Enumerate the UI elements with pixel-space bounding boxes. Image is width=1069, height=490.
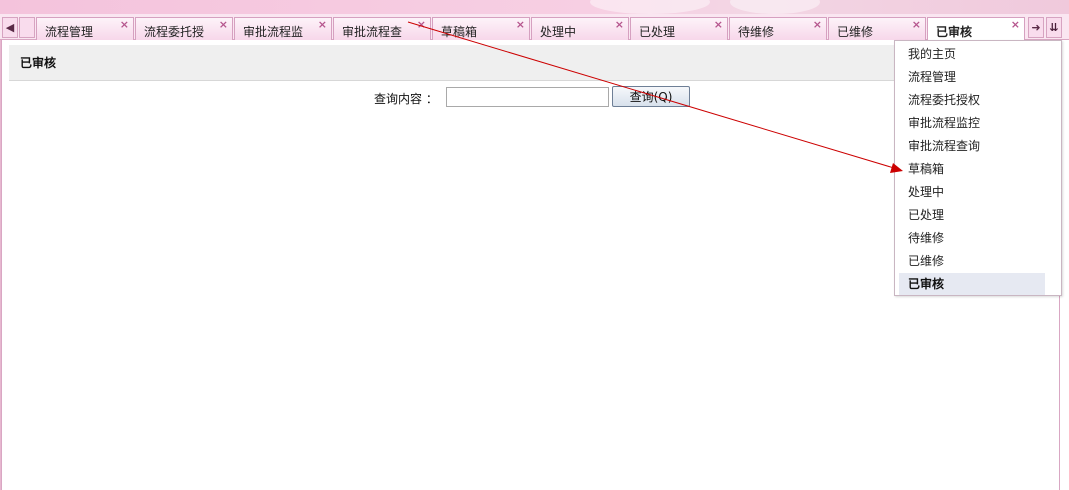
close-icon[interactable]: ×: [1011, 18, 1020, 31]
banner-decoration: [730, 0, 820, 14]
tab-bar: ◀ 流程管理 × 流程委托授 × 审批流程监 × 审批流程查 × 草稿箱 × 处…: [0, 14, 1069, 41]
tab-approval-monitor[interactable]: 审批流程监 ×: [234, 17, 332, 40]
tab-label: 已维修: [837, 25, 874, 39]
tab-pending-repair[interactable]: 待维修 ×: [729, 17, 827, 40]
search-label: 查询内容 ：: [374, 92, 438, 106]
page-title: 已审核: [20, 56, 57, 70]
tab-repaired[interactable]: 已维修 ×: [828, 17, 926, 40]
menu-item-drafts[interactable]: 草稿箱: [899, 158, 1045, 180]
tab-processed[interactable]: 已处理 ×: [630, 17, 728, 40]
close-icon[interactable]: ×: [912, 18, 921, 31]
tab-list-menu-button[interactable]: ⇊: [1046, 17, 1062, 38]
close-icon[interactable]: ×: [813, 18, 822, 31]
search-input[interactable]: [446, 87, 609, 107]
menu-item-processed[interactable]: 已处理: [899, 204, 1045, 226]
banner-decoration: [590, 0, 710, 14]
double-chevron-down-icon: ⇊: [1049, 21, 1059, 34]
menu-item-in-progress[interactable]: 处理中: [899, 181, 1045, 203]
tab-label: 草稿箱: [441, 25, 478, 39]
app-window: ◀ 流程管理 × 流程委托授 × 审批流程监 × 审批流程查 × 草稿箱 × 处…: [0, 0, 1069, 490]
tab-label: 已审核: [936, 25, 973, 39]
tab-process-delegation[interactable]: 流程委托授 ×: [135, 17, 233, 40]
tab-label: 审批流程查: [342, 25, 403, 39]
close-icon[interactable]: ×: [516, 18, 525, 31]
tab-label: 审批流程监: [243, 25, 304, 39]
menu-item-approval-query[interactable]: 审批流程查询: [899, 135, 1045, 157]
menu-item-home[interactable]: 我的主页: [899, 43, 1045, 65]
tab-reviewed[interactable]: 已审核 ×: [927, 17, 1025, 41]
close-icon[interactable]: ×: [120, 18, 129, 31]
search-button[interactable]: 查询(Q): [612, 86, 690, 107]
menu-item-approval-monitor[interactable]: 审批流程监控: [899, 112, 1045, 134]
tab-in-progress[interactable]: 处理中 ×: [531, 17, 629, 40]
close-icon[interactable]: ×: [615, 18, 624, 31]
arrow-left-icon: ◀: [5, 21, 15, 34]
menu-item-process-delegation[interactable]: 流程委托授权: [899, 89, 1045, 111]
tab-drafts[interactable]: 草稿箱 ×: [432, 17, 530, 40]
tab-process-management[interactable]: 流程管理 ×: [36, 17, 134, 40]
close-icon[interactable]: ×: [318, 18, 327, 31]
close-icon[interactable]: ×: [714, 18, 723, 31]
tab-list-dropdown: 我的主页 流程管理 流程委托授权 审批流程监控 审批流程查询 草稿箱 处理中 已…: [894, 40, 1062, 296]
close-icon[interactable]: ×: [219, 18, 228, 31]
menu-item-repaired[interactable]: 已维修: [899, 250, 1045, 272]
tab-label: 流程管理: [45, 25, 94, 39]
tab-approval-query[interactable]: 审批流程查 ×: [333, 17, 431, 40]
tab-label: 待维修: [738, 25, 775, 39]
tab-spacer: [19, 17, 35, 38]
arrow-right-icon: ➜: [1031, 21, 1041, 34]
top-banner: [0, 0, 1069, 14]
menu-item-pending-repair[interactable]: 待维修: [899, 227, 1045, 249]
scroll-right-button[interactable]: ➜: [1028, 17, 1044, 38]
scroll-left-button[interactable]: ◀: [2, 17, 18, 38]
close-icon[interactable]: ×: [417, 18, 426, 31]
tab-label: 已处理: [639, 25, 676, 39]
tab-label: 流程委托授: [144, 25, 205, 39]
menu-item-reviewed[interactable]: 已审核: [899, 273, 1045, 295]
tab-label: 处理中: [540, 25, 577, 39]
menu-item-process-management[interactable]: 流程管理: [899, 66, 1045, 88]
